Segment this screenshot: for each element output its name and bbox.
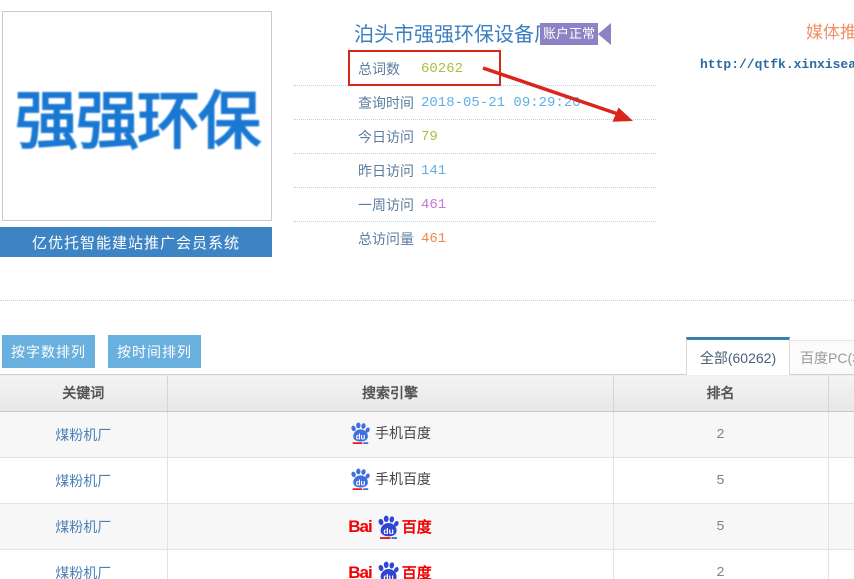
keyword-link[interactable]: 煤粉机厂 bbox=[55, 519, 111, 535]
stat-value: 79 bbox=[421, 129, 438, 145]
stat-row: 查询时间2018-05-21 09:29:20 bbox=[294, 86, 656, 120]
stat-value: 141 bbox=[421, 163, 446, 179]
column-header-engine: 搜索引擎 bbox=[167, 375, 613, 412]
table-row: 煤粉机厂 du 手机百度 5 bbox=[0, 458, 854, 504]
stat-label: 今日访问 bbox=[358, 127, 421, 147]
svg-text:du: du bbox=[383, 572, 393, 579]
tab-all[interactable]: 全部(60262) bbox=[686, 337, 790, 375]
stat-label: 昨日访问 bbox=[358, 161, 421, 181]
column-header-keyword: 关键词 bbox=[0, 375, 167, 412]
system-banner-label: 亿优托智能建站推广会员系统 bbox=[32, 232, 240, 253]
engine-label: 手机百度 bbox=[375, 423, 431, 443]
extra-cell bbox=[828, 458, 854, 504]
search-engine-cell: Bai du 百度 bbox=[348, 561, 431, 579]
column-header-rank: 排名 bbox=[613, 375, 828, 412]
keyword-link[interactable]: 煤粉机厂 bbox=[55, 565, 111, 579]
extra-cell bbox=[828, 412, 854, 458]
stat-label: 总访问量 bbox=[358, 229, 421, 249]
search-engine-cell: du 手机百度 bbox=[349, 422, 431, 444]
baidu-paw-icon: du bbox=[349, 422, 371, 444]
keyword-ranking-table: 关键词 搜索引擎 排名 煤粉机厂 du 手机百度 2 煤粉机厂 du 手机百度 bbox=[0, 374, 854, 579]
member-system-page: 强强环保 亿优托智能建站推广会员系统 泊头市强强环保设备厂 账户正常 媒体推 h… bbox=[0, 0, 854, 579]
sort-by-wordcount-button[interactable]: 按字数排列 bbox=[2, 335, 95, 368]
column-header-extra bbox=[828, 375, 854, 412]
svg-text:du: du bbox=[383, 526, 393, 536]
tab-baidu-pc[interactable]: 百度PC(30 bbox=[790, 340, 854, 374]
baidu-logo-latin: Bai bbox=[348, 517, 371, 537]
stats-list: 总词数60262查询时间2018-05-21 09:29:20今日访问79昨日访… bbox=[294, 52, 656, 255]
table-header-row: 关键词 搜索引擎 排名 bbox=[0, 375, 854, 412]
rank-value: 5 bbox=[613, 458, 828, 504]
baidu-paw-icon: du bbox=[349, 468, 371, 490]
stat-row: 总词数60262 bbox=[294, 52, 656, 86]
stat-value: 2018-05-21 09:29:20 bbox=[421, 95, 581, 111]
rank-value: 5 bbox=[613, 504, 828, 550]
baidu-logo-latin: Bai bbox=[348, 563, 371, 579]
stat-row: 今日访问79 bbox=[294, 120, 656, 154]
stat-value: 461 bbox=[421, 197, 446, 213]
company-logo-text: 强强环保 bbox=[15, 71, 259, 162]
company-logo: 强强环保 bbox=[2, 11, 272, 221]
site-url-link[interactable]: http://qtfk.xinxisea. bbox=[700, 57, 854, 72]
media-section-label: 媒体推 bbox=[806, 18, 854, 43]
keyword-link[interactable]: 煤粉机厂 bbox=[55, 473, 111, 489]
stat-label: 一周访问 bbox=[358, 195, 421, 215]
search-engine-cell: du 手机百度 bbox=[349, 468, 431, 490]
baidu-paw-icon: du bbox=[376, 515, 400, 539]
stat-label: 总词数 bbox=[358, 59, 421, 79]
sort-by-time-button[interactable]: 按时间排列 bbox=[108, 335, 201, 368]
keyword-link[interactable]: 煤粉机厂 bbox=[55, 427, 111, 443]
extra-cell bbox=[828, 550, 854, 579]
section-divider bbox=[0, 300, 854, 301]
svg-text:du: du bbox=[356, 478, 366, 487]
engine-label: 手机百度 bbox=[375, 469, 431, 489]
rank-value: 2 bbox=[613, 412, 828, 458]
stat-row: 总访问量461 bbox=[294, 222, 656, 255]
baidu-logo-cn: 百度 bbox=[402, 516, 432, 537]
baidu-paw-icon: du bbox=[376, 561, 400, 579]
table-row: 煤粉机厂 du 手机百度 2 bbox=[0, 412, 854, 458]
stat-row: 一周访问461 bbox=[294, 188, 656, 222]
baidu-logo-cn: 百度 bbox=[402, 562, 432, 579]
table-row: 煤粉机厂 Bai du 百度 2 bbox=[0, 550, 854, 579]
svg-text:du: du bbox=[356, 432, 366, 441]
system-banner: 亿优托智能建站推广会员系统 bbox=[0, 227, 272, 257]
stat-value: 461 bbox=[421, 231, 446, 247]
company-name-title: 泊头市强强环保设备厂 bbox=[354, 18, 554, 47]
search-engine-cell: Bai du 百度 bbox=[348, 515, 431, 539]
extra-cell bbox=[828, 504, 854, 550]
stat-row: 昨日访问141 bbox=[294, 154, 656, 188]
stat-value: 60262 bbox=[421, 61, 463, 77]
rank-value: 2 bbox=[613, 550, 828, 579]
stat-label: 查询时间 bbox=[358, 93, 421, 113]
table-row: 煤粉机厂 Bai du 百度 5 bbox=[0, 504, 854, 550]
account-status-badge: 账户正常 bbox=[540, 23, 598, 45]
